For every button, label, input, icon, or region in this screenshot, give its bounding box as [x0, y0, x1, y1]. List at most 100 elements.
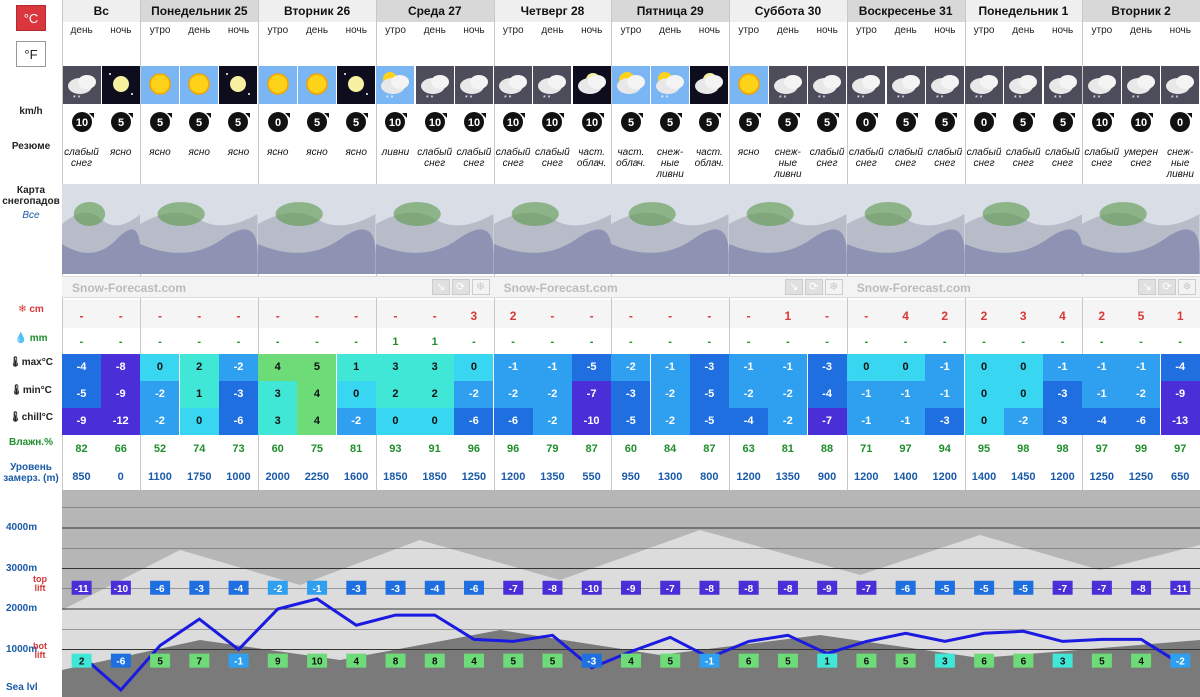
- freezing-label: Уровень замерз. (m): [3, 462, 59, 484]
- wind-speed: 5: [353, 117, 359, 129]
- lift-temp-value: -8: [1137, 584, 1146, 595]
- wind-speed: 10: [546, 117, 558, 129]
- temp-min: -3: [218, 381, 258, 408]
- humidity-value: 97: [1174, 443, 1187, 455]
- lift-temp-value: -4: [430, 584, 439, 595]
- humidity-value: 93: [389, 443, 402, 455]
- snow-map-tile[interactable]: [140, 184, 259, 274]
- lift-temp-value: 1: [824, 657, 830, 668]
- snow-cloud-icon: * *: [886, 66, 925, 104]
- wind-speed: 5: [902, 117, 908, 129]
- lift-temp-value: -8: [705, 584, 714, 595]
- freezing-level: 1100: [148, 471, 172, 483]
- temp-max: 2: [179, 354, 219, 381]
- rain-amount: -: [746, 336, 751, 348]
- snow-map-tile[interactable]: [62, 184, 141, 274]
- temp-chill: 0: [415, 408, 455, 435]
- loop-icon[interactable]: ⟳: [804, 279, 823, 295]
- wind-arrow-icon: 10: [533, 109, 572, 135]
- snow-cloud-icon: * *: [1004, 66, 1043, 104]
- period-label: день: [776, 25, 799, 36]
- snow-map-tile[interactable]: [1082, 184, 1200, 274]
- lift-temp-value: -7: [1058, 584, 1067, 595]
- period-label: утро: [973, 25, 995, 36]
- branding-bar: Snow-Forecast.com ↘ ⟳ ❄: [493, 276, 847, 298]
- snow-amount: 3: [470, 309, 478, 323]
- temp-chill: -2: [768, 408, 808, 435]
- wind-arrow-icon: 10: [1082, 109, 1121, 135]
- lift-temp-value: 2: [79, 657, 85, 668]
- period-label: день: [659, 25, 682, 36]
- loop-icon[interactable]: ⟳: [1157, 279, 1176, 295]
- day-header: Пятница 29 утро день ночь: [611, 0, 730, 40]
- wind-arrow-icon: 10: [1121, 109, 1160, 135]
- snowflake-icon[interactable]: ❄: [824, 279, 843, 295]
- snow-amount: -: [746, 309, 751, 323]
- snow-amount: -: [275, 309, 280, 323]
- altitude-chart: -11 2 -10 -6 -6 5 -3 7 -4 -1 -2 9 -1 10 -3 4 -3 8 -4 8 -6 4 -7…: [0, 490, 1200, 697]
- svg-text:* *: * *: [1093, 95, 1101, 102]
- lift-temp-value: 8: [393, 657, 399, 668]
- snow-cloud-icon: * *: [415, 66, 454, 104]
- altitude-label: 5000m: [6, 490, 37, 493]
- temp-chill: -3: [1043, 408, 1082, 435]
- expand-icon[interactable]: ↘: [431, 279, 450, 295]
- top-lift-label: top lift: [33, 573, 47, 593]
- temp-chill: -10: [572, 408, 612, 435]
- fahrenheit-button[interactable]: °F: [16, 41, 46, 67]
- lift-temp-value: 4: [471, 657, 477, 668]
- rain-amount: -: [79, 336, 84, 348]
- lift-temp-value: -3: [587, 657, 596, 668]
- temp-chill: -6: [1121, 408, 1161, 435]
- snow-map-tile[interactable]: [258, 184, 376, 274]
- expand-icon[interactable]: ↘: [1137, 279, 1156, 295]
- celsius-button[interactable]: °C: [16, 5, 46, 31]
- period-label: ночь: [581, 25, 603, 36]
- snow-map-tile[interactable]: [729, 184, 847, 274]
- sun-cloud-snow-icon: * *: [651, 66, 690, 104]
- loop-icon[interactable]: ⟳: [451, 279, 470, 295]
- temp-chill: -6: [493, 408, 533, 435]
- wind-arrow-icon: 5: [611, 109, 650, 135]
- wind-arrow-icon: 5: [886, 109, 925, 135]
- sun-icon: [297, 66, 336, 104]
- wind-speed: 10: [507, 117, 519, 129]
- snow-amount: -: [589, 309, 594, 323]
- snow-amount: 2: [509, 309, 517, 323]
- wind-speed: 10: [1135, 117, 1147, 129]
- expand-icon[interactable]: ↘: [784, 279, 803, 295]
- snowmap-all-link[interactable]: Все: [0, 210, 62, 221]
- temp-min: -3: [611, 381, 651, 408]
- snow-cloud-icon: * *: [1082, 66, 1121, 104]
- summary-label: Резюме: [11, 141, 51, 152]
- snow-map-tile[interactable]: [964, 184, 1083, 274]
- snow-map-tile[interactable]: [846, 184, 965, 274]
- period-label: ночь: [463, 25, 485, 36]
- moon-clear-icon: [337, 66, 376, 104]
- snow-map-tile[interactable]: [375, 184, 494, 274]
- temp-chill: -4: [1082, 408, 1122, 435]
- freezing-level: 1250: [1089, 471, 1114, 483]
- lift-temp-value: -3: [195, 584, 204, 595]
- temp-min: -5: [689, 381, 729, 408]
- snowflake-icon[interactable]: ❄: [471, 279, 490, 295]
- wind-arrow-icon: 5: [729, 109, 768, 135]
- lift-temp-value: -6: [470, 584, 479, 595]
- snow-map-tile[interactable]: [611, 184, 730, 274]
- snow-map-tile[interactable]: [493, 184, 612, 274]
- temp-max: -5: [572, 354, 612, 381]
- wind-arrow-icon: 5: [651, 109, 690, 135]
- lift-temp-value: 7: [197, 657, 203, 668]
- humidity-value: 79: [546, 443, 559, 455]
- snow-cloud-icon: * *: [768, 66, 807, 104]
- snowflake-icon[interactable]: ❄: [1177, 279, 1196, 295]
- temp-max: 5: [297, 354, 337, 381]
- snow-amount: 2: [980, 309, 988, 323]
- summary-text: снеж-ные ливни: [774, 147, 802, 180]
- freezing-level: 1200: [932, 471, 957, 483]
- humidity-value: 73: [232, 443, 245, 455]
- snow-amount: -: [864, 309, 869, 323]
- humidity-value: 81: [781, 443, 794, 455]
- snow-cloud-icon: * *: [454, 66, 493, 104]
- snow-cloud-icon: * *: [886, 66, 925, 104]
